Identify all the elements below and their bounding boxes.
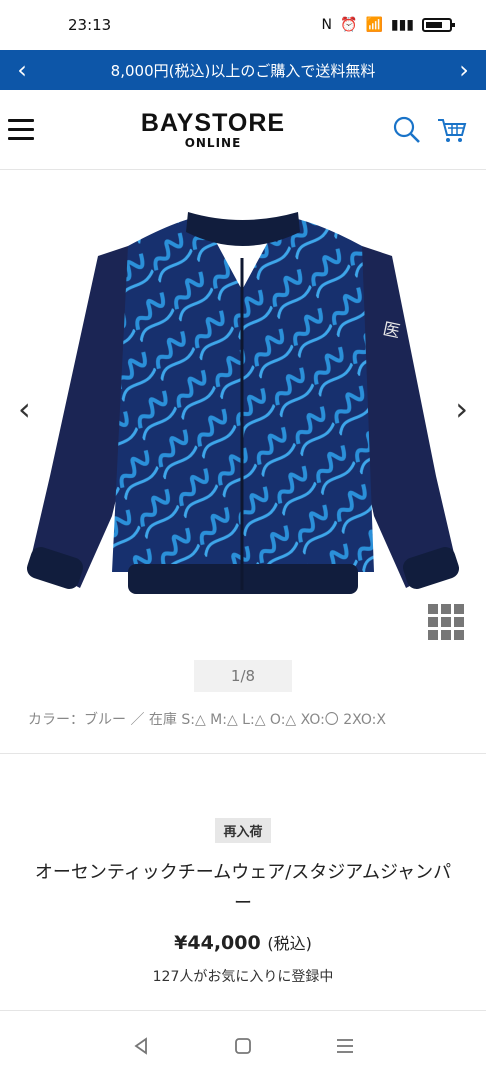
header-actions (392, 115, 468, 145)
status-bar: 23:13 N ⏰ 📶 ▮▮▮ (0, 0, 486, 50)
promo-banner[interactable]: ‹ 8,000円(税込)以上のご購入で送料無料 › (0, 50, 486, 90)
gallery-prev-icon[interactable]: ‹ (18, 390, 31, 428)
product-gallery[interactable]: 医 ‹ › (0, 170, 486, 660)
restock-badge: 再入荷 (215, 818, 271, 843)
stock-availability: カラー：ブルー ／ 在庫 S:△ M:△ L:△ O:△ XO:〇 2XO:X (28, 712, 386, 728)
logo-main-text: BAYSTORE (140, 109, 286, 137)
hamburger-menu-icon[interactable] (8, 119, 34, 140)
promo-text[interactable]: 8,000円(税込)以上のご購入で送料無料 (111, 60, 376, 81)
product-price: ¥44,000 (174, 932, 261, 954)
cart-icon[interactable] (436, 115, 468, 145)
grid-view-icon[interactable] (428, 604, 464, 640)
promo-prev-icon[interactable]: ‹ (12, 58, 32, 82)
search-icon[interactable] (392, 115, 422, 145)
promo-next-icon[interactable]: › (454, 58, 474, 82)
android-nav-bar (0, 1010, 486, 1080)
logo-sub-text: ONLINE (184, 136, 242, 150)
home-icon[interactable] (232, 1035, 254, 1057)
back-icon[interactable] (130, 1035, 152, 1057)
nfc-icon: N (321, 17, 332, 33)
gallery-next-icon[interactable]: › (455, 390, 468, 428)
wifi-icon: 📶 (365, 17, 383, 33)
jacket-image: 医 (26, 212, 460, 594)
alarm-icon: ⏰ (340, 17, 358, 33)
battery-icon (422, 18, 455, 32)
status-icons: N ⏰ 📶 ▮▮▮ (321, 17, 455, 33)
product-price-line: ¥44,000 (税込) (0, 930, 486, 954)
product-title: オーセンティックチームウェア/スタジアムジャンパー (34, 862, 452, 914)
product-info: 再入荷 オーセンティックチームウェア/スタジアムジャンパー ¥44,000 (税… (0, 754, 486, 986)
signal-icon: ▮▮▮ (390, 17, 414, 33)
gallery-pager: 1/8 (194, 660, 292, 692)
store-logo[interactable]: BAYSTORE ONLINE (141, 109, 285, 150)
recent-apps-icon[interactable] (334, 1035, 356, 1057)
status-time: 23:13 (68, 16, 112, 34)
tax-label: (税込) (267, 934, 312, 953)
site-header: BAYSTORE ONLINE (0, 90, 486, 170)
favorites-count: 127人がお気に入りに登録中 (152, 969, 334, 985)
